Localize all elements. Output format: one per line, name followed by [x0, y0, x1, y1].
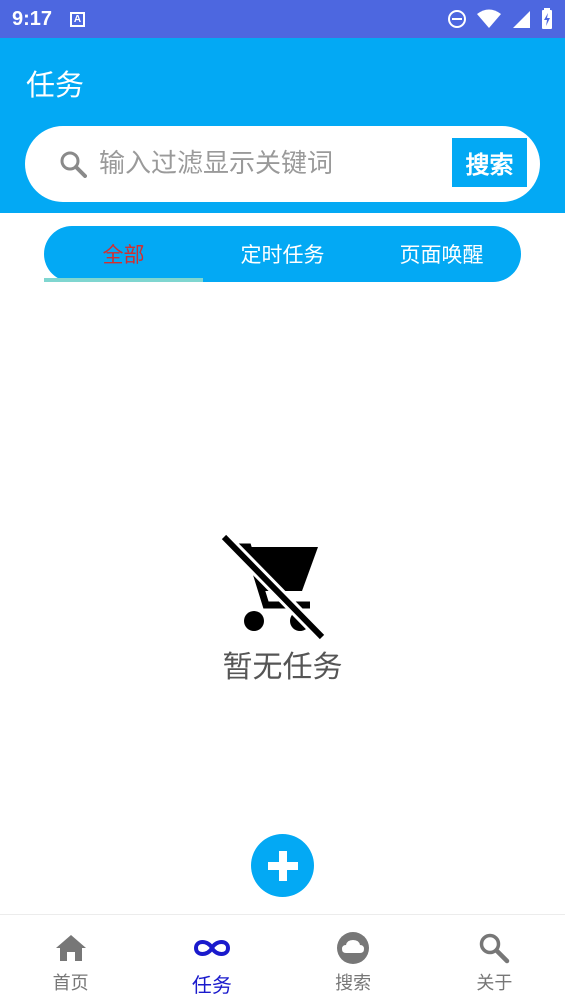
infinity-icon	[193, 940, 230, 956]
nav-item-search[interactable]: 搜索	[283, 915, 424, 1004]
search-button[interactable]: 搜索	[452, 138, 527, 187]
plus-icon	[267, 850, 298, 881]
search-input[interactable]	[99, 142, 449, 186]
task-tabs: 全部 定时任务 页面唤醒	[44, 226, 521, 282]
search-icon	[60, 151, 87, 178]
status-icons	[447, 8, 553, 30]
tab-indicator	[44, 278, 203, 282]
status-bar: 9:17 A	[0, 0, 565, 38]
nav-item-home[interactable]: 首页	[0, 915, 141, 1004]
bottom-nav: 首页 任务 搜索 关于	[0, 914, 565, 1004]
app-header: 任务 搜索	[0, 38, 565, 213]
status-time: 9:17	[12, 7, 53, 30]
nav-item-tasks[interactable]: 任务	[141, 915, 282, 1004]
nav-item-about[interactable]: 关于	[424, 915, 565, 1004]
remove-shopping-cart-icon	[219, 533, 327, 642]
signal-icon	[513, 11, 530, 28]
tab-scheduled[interactable]: 定时任务	[203, 226, 362, 282]
do-not-disturb-icon	[448, 10, 466, 28]
tab-all[interactable]: 全部	[44, 226, 203, 282]
nav-label-about: 关于	[476, 973, 513, 994]
empty-state-text: 暂无任务	[222, 650, 343, 685]
search-icon	[480, 933, 510, 964]
nav-label-search: 搜索	[335, 973, 372, 994]
search-box: 搜索	[25, 126, 540, 202]
wifi-icon	[477, 9, 501, 28]
page-title: 任务	[26, 68, 85, 102]
nav-label-tasks: 任务	[191, 973, 232, 997]
battery-icon	[542, 8, 552, 29]
add-task-button[interactable]	[251, 834, 314, 897]
cloud-icon	[337, 932, 370, 964]
tab-page-wake[interactable]: 页面唤醒	[362, 226, 521, 282]
home-icon	[55, 935, 86, 961]
notification-icon: A	[70, 11, 86, 27]
nav-label-home: 首页	[52, 973, 89, 994]
